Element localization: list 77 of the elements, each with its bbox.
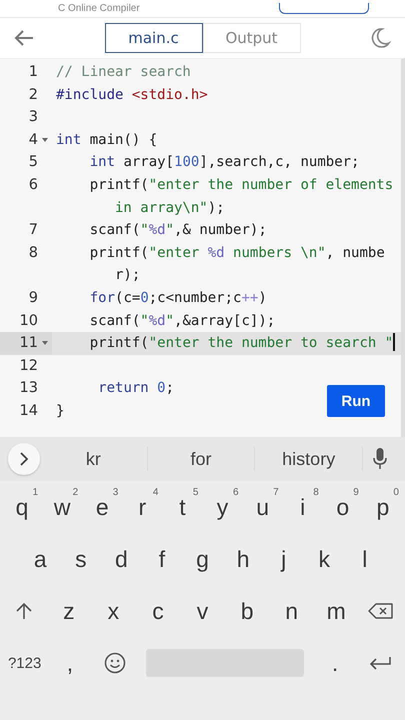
keyboard-key[interactable]: i 8 <box>282 481 323 533</box>
keyboard-key[interactable]: b <box>224 585 270 637</box>
expand-button[interactable] <box>8 443 40 475</box>
shift-arrow-icon[interactable] <box>14 601 34 621</box>
line-number: 1 <box>28 63 38 82</box>
microphone-icon[interactable] <box>373 448 388 470</box>
word-suggestion[interactable]: for <box>148 447 256 471</box>
keyboard-key[interactable]: z <box>46 585 92 637</box>
keyboard-key[interactable]: k <box>304 533 344 585</box>
keyboard-key[interactable]: n <box>269 585 314 637</box>
key-hint: 5 <box>192 487 198 498</box>
keyboard-key[interactable]: r 4 <box>122 481 162 533</box>
header-button[interactable] <box>279 3 369 14</box>
code-line: printf("enter %d numbers \n", number); <box>88 244 385 284</box>
line-number: 13 <box>18 379 38 398</box>
code-line: // Linear search <box>56 64 191 80</box>
keyboard-key[interactable]: j <box>263 533 304 585</box>
key-hint: 8 <box>313 487 319 498</box>
keyboard-key[interactable]: x <box>91 585 136 637</box>
keyboard-key[interactable]: s <box>60 533 102 585</box>
keyboard-key[interactable]: v <box>180 585 225 637</box>
keyboard-key[interactable]: a <box>20 533 61 585</box>
run-button[interactable]: Run <box>327 385 385 417</box>
keyboard-key[interactable]: y 6 <box>202 481 243 533</box>
keyboard-key[interactable]: h <box>222 533 264 585</box>
keyboard-key[interactable]: g <box>182 533 223 585</box>
file-tab[interactable]: main.c <box>104 23 202 53</box>
keyboard-key[interactable]: c <box>136 585 180 637</box>
code-line: } <box>56 402 64 419</box>
keyboard-key[interactable]: m <box>314 585 358 637</box>
line-number: 3 <box>28 108 38 128</box>
code-line: int array[100],search,c, number; <box>88 154 360 170</box>
fold-caret-icon[interactable] <box>42 341 48 346</box>
line-number: 12 <box>18 356 38 376</box>
key-hint: 0 <box>393 487 399 498</box>
keyboard-key[interactable]: f <box>142 533 182 585</box>
keyboard-key[interactable]: . <box>312 637 358 689</box>
keyboard-key[interactable]: l <box>344 533 386 585</box>
line-number: 4 <box>28 130 38 150</box>
keyboard-key[interactable]: t 5 <box>162 481 202 533</box>
line-number: 10 <box>18 312 38 331</box>
key-hint: 9 <box>353 487 359 498</box>
line-number: 14 <box>18 402 38 421</box>
key-hint: 1 <box>32 487 38 498</box>
code-line: return 0; <box>97 380 174 396</box>
file-tab[interactable]: Output <box>202 23 300 53</box>
line-number: 11 <box>18 334 38 354</box>
chevron-right-icon <box>19 452 29 466</box>
key-hint: 4 <box>152 487 158 498</box>
line-number: 2 <box>28 86 38 105</box>
enter-arrow-icon[interactable] <box>368 655 392 671</box>
word-suggestion[interactable]: kr <box>40 447 148 471</box>
key-hint: 7 <box>273 487 279 498</box>
line-number: 9 <box>28 288 38 308</box>
line-number: 7 <box>28 221 38 240</box>
app-title: C Online Compiler <box>58 3 140 16</box>
key-hint: 2 <box>72 487 78 498</box>
line-number: 6 <box>28 176 38 195</box>
line-number: 5 <box>28 153 38 172</box>
fold-caret-icon[interactable] <box>42 138 48 142</box>
keyboard-key[interactable]: , <box>47 637 93 689</box>
smiley-icon[interactable] <box>104 652 126 674</box>
key-hint: 3 <box>112 487 118 498</box>
moon-icon[interactable] <box>369 27 391 49</box>
line-number: 8 <box>28 244 38 263</box>
symbols-key[interactable]: ?123 <box>2 637 48 689</box>
code-line: #include <stdio.h> <box>56 86 208 103</box>
code-line: scanf("%d",&array[c]); <box>88 312 276 329</box>
code-line: scanf("%d",& number); <box>88 222 267 238</box>
code-line: printf("enter the number of elements in array\n"); <box>88 176 394 216</box>
code-line: printf("enter the number to search " <box>88 335 394 352</box>
key-hint: 6 <box>233 487 239 498</box>
code-line: int main() { <box>56 132 158 148</box>
backspace-icon[interactable] <box>368 602 394 620</box>
word-suggestion[interactable]: history <box>255 447 364 471</box>
code-line: for(c=0;c<number;c++) <box>88 290 267 306</box>
keyboard-key[interactable]: d <box>101 533 142 585</box>
